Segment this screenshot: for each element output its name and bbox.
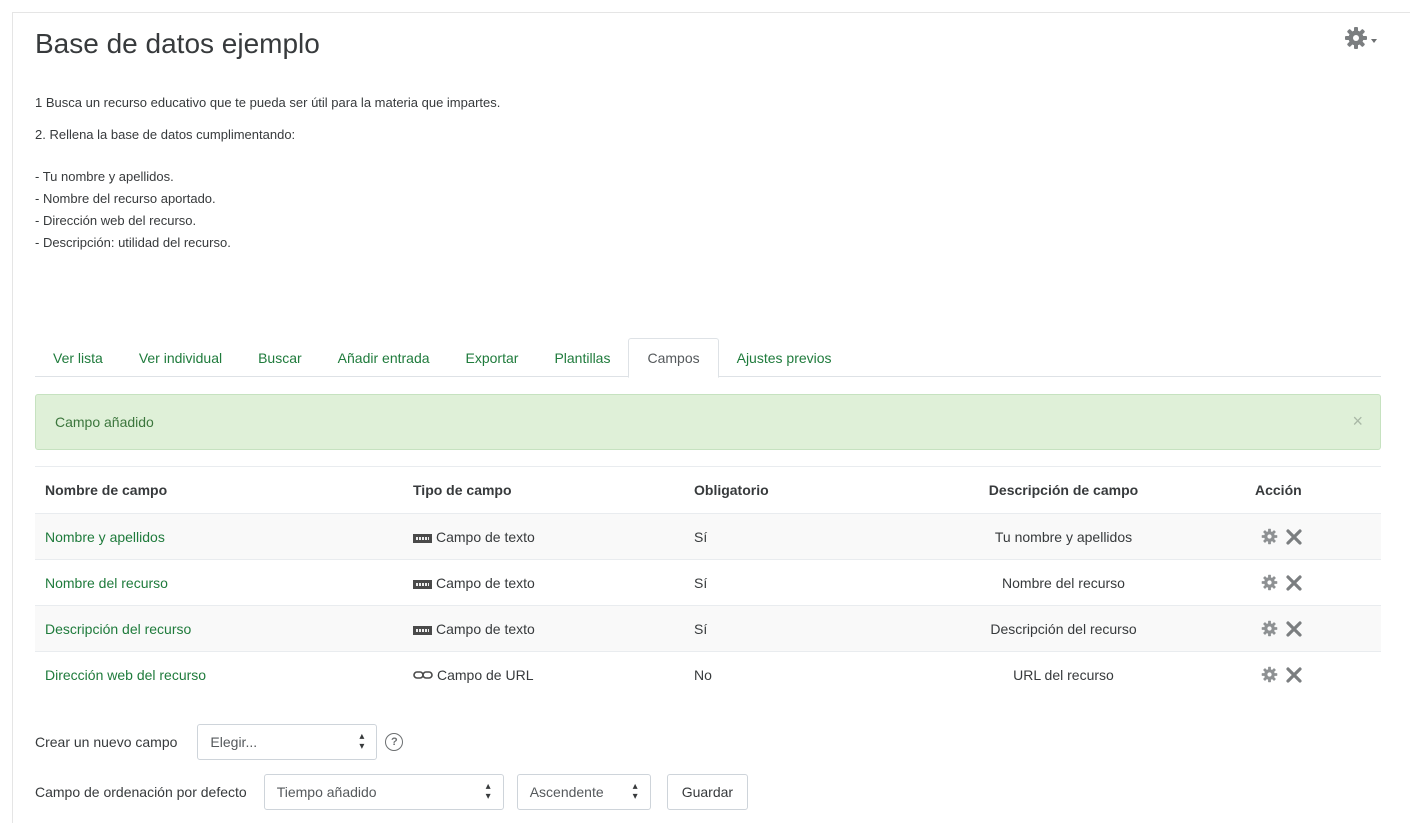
chevron-down-icon [1371,39,1377,43]
intro-bullet: - Dirección web del recurso. [35,213,197,228]
table-header-row: Nombre de campo Tipo de campo Obligatori… [35,466,1381,514]
link-icon [413,670,433,679]
text-field-icon [413,580,432,589]
intro-step-1: 1 Busca un recurso educativo que te pued… [35,95,501,110]
save-button[interactable]: Guardar [666,774,749,810]
edit-field-button[interactable] [1261,620,1278,637]
default-sort-label: Campo de ordenación por defecto [35,784,247,800]
field-type: Campo de texto [436,574,535,591]
edit-field-button[interactable] [1261,666,1278,683]
field-required: No [684,651,882,698]
new-field-row: Crear un nuevo campo Elegir... ▴ ▾ ? [35,724,404,760]
column-header-description: Descripción de campo [882,466,1245,514]
new-field-label: Crear un nuevo campo [35,734,178,750]
close-icon[interactable]: × [1352,412,1363,430]
field-required: Sí [684,605,882,652]
tab-plantillas[interactable]: Plantillas [536,338,628,377]
close-icon [1286,667,1302,683]
field-name-link[interactable]: Dirección web del recurso [45,667,206,683]
database-tabs: Ver lista Ver individual Buscar Añadir e… [35,338,1381,378]
delete-field-button[interactable] [1286,667,1302,683]
field-type: Campo de URL [437,666,534,683]
default-sort-row: Campo de ordenación por defecto Tiempo a… [35,774,749,810]
intro-bullet: - Nombre del recurso aportado. [35,191,216,206]
column-header-type: Tipo de campo [403,466,684,514]
delete-field-button[interactable] [1286,620,1302,637]
edit-field-button[interactable] [1261,574,1278,591]
field-description: Tu nombre y apellidos [882,513,1245,560]
field-name-link[interactable]: Nombre y apellidos [45,529,165,545]
column-header-name: Nombre de campo [35,466,403,514]
select-value: Ascendente [529,784,604,800]
table-row: Descripción del recurso Campo de texto S… [35,605,1381,652]
field-description: URL del recurso [882,651,1245,698]
sort-order-select[interactable]: Ascendente ▴ ▾ [516,774,651,810]
new-field-type-select[interactable]: Elegir... ▴ ▾ [197,724,378,760]
close-icon [1286,528,1302,545]
field-name-link[interactable]: Descripción del recurso [45,621,191,637]
table-row: Dirección web del recurso Campo de URL N… [35,651,1381,698]
tab-ver-lista[interactable]: Ver lista [35,338,121,377]
close-icon [1286,620,1302,637]
select-arrows-icon: ▴ ▾ [485,781,491,802]
select-arrows-icon: ▴ ▾ [359,731,365,752]
tab-buscar[interactable]: Buscar [240,338,320,377]
column-header-action: Acción [1245,466,1381,514]
field-name-link[interactable]: Nombre del recurso [45,575,168,591]
field-description: Descripción del recurso [882,605,1245,652]
tab-ajustes-previos[interactable]: Ajustes previos [719,338,850,377]
field-required: Sí [684,513,882,560]
sort-field-select[interactable]: Tiempo añadido ▴ ▾ [263,774,504,810]
field-required: Sí [684,559,882,606]
text-field-icon [413,626,432,635]
field-description: Nombre del recurso [882,559,1245,606]
help-icon[interactable]: ? [385,733,404,751]
intro-step-2: 2. Rellena la base de datos cumplimentan… [35,127,296,142]
intro-bullet: - Descripción: utilidad del recurso. [35,235,231,250]
text-field-icon [413,534,432,543]
gear-icon [1261,574,1278,591]
intro-bullet: - Tu nombre y apellidos. [35,169,174,184]
success-alert: Campo añadido × [35,394,1381,450]
close-icon [1286,574,1302,591]
gear-icon [1261,528,1278,545]
gear-icon [1261,666,1278,683]
table-row: Nombre del recurso Campo de texto Sí Nom… [35,559,1381,606]
gear-icon [1261,620,1278,637]
fields-table: Nombre de campo Tipo de campo Obligatori… [35,466,1381,698]
tab-campos[interactable]: Campos [628,338,719,378]
select-value: Tiempo añadido [276,784,377,800]
tab-anadir-entrada[interactable]: Añadir entrada [320,338,448,377]
table-row: Nombre y apellidos Campo de texto Sí Tu … [35,513,1381,560]
alert-message: Campo añadido [55,414,154,430]
tab-exportar[interactable]: Exportar [448,338,537,377]
activity-settings-menu[interactable] [1344,26,1377,55]
intro-bullet-list: - Tu nombre y apellidos. - Nombre del re… [35,166,500,254]
page-title: Base de datos ejemplo [35,28,320,59]
select-arrows-icon: ▴ ▾ [632,781,638,802]
intro-text: 1 Busca un recurso educativo que te pued… [35,92,500,254]
select-value: Elegir... [210,734,258,750]
field-type: Campo de texto [436,528,535,545]
tab-ver-individual[interactable]: Ver individual [121,338,240,377]
edit-field-button[interactable] [1261,528,1278,545]
field-type: Campo de texto [436,620,535,637]
delete-field-button[interactable] [1286,574,1302,591]
gear-icon [1344,26,1368,55]
column-header-required: Obligatorio [684,466,882,514]
delete-field-button[interactable] [1286,528,1302,545]
